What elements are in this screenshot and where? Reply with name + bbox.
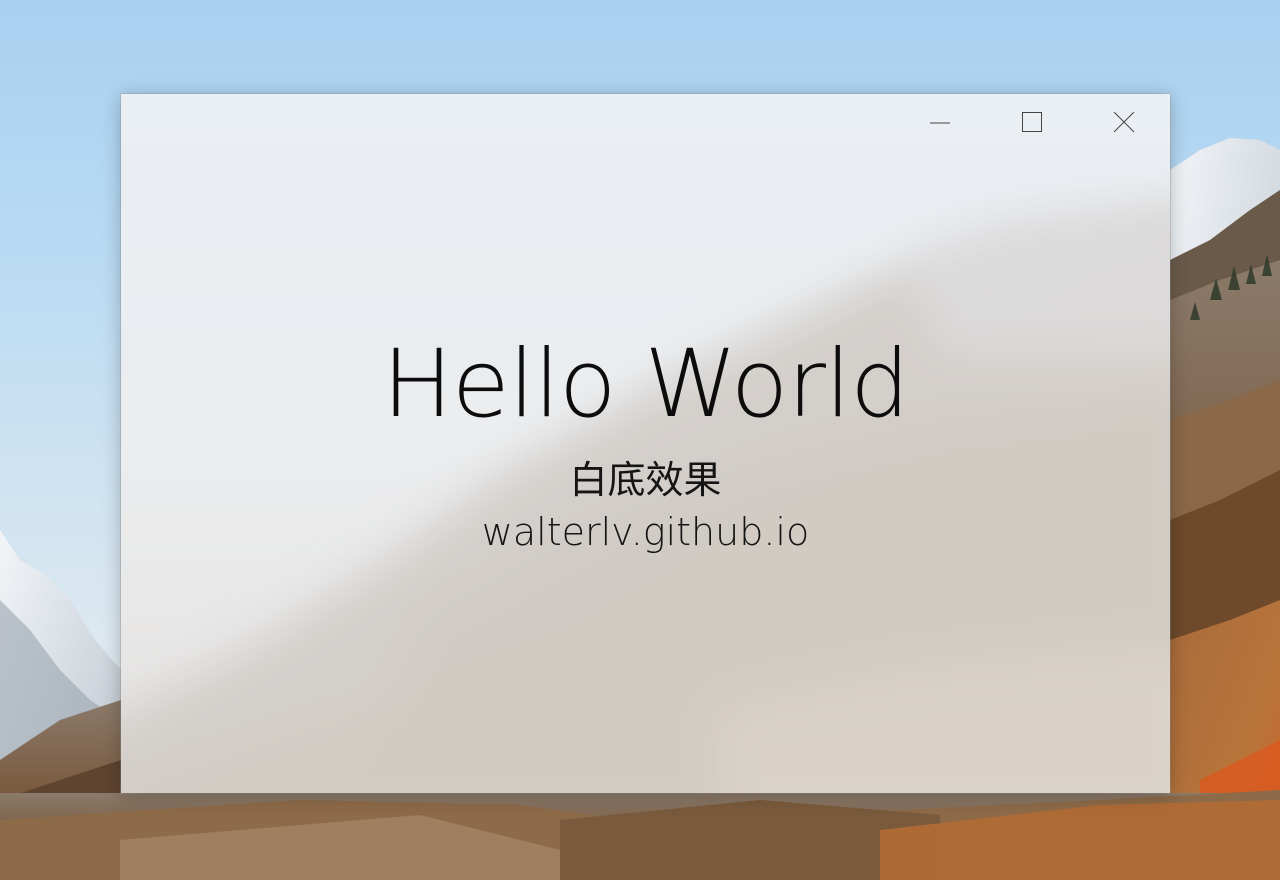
app-window: Hello World 白底效果 walterlv.github.io xyxy=(121,94,1170,793)
url-text: walterlv.github.io xyxy=(481,510,810,554)
window-content: Hello World 白底效果 walterlv.github.io xyxy=(121,94,1170,793)
heading-text: Hello World xyxy=(382,330,910,439)
subtitle-text: 白底效果 xyxy=(569,458,722,502)
